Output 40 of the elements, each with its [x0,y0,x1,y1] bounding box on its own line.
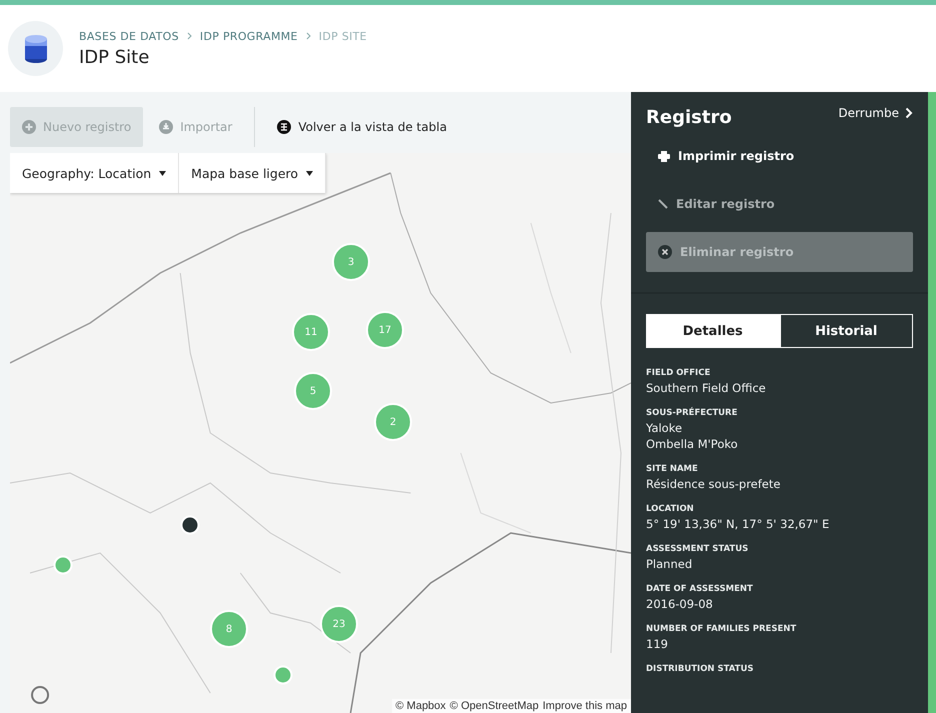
field-label: LOCATION [646,504,695,514]
table-icon [277,120,292,134]
collapse-button[interactable]: Derrumbe [838,106,913,120]
chevron-icon [905,107,913,119]
page-title: IDP Site [79,46,150,68]
plus-icon [22,120,36,134]
field-value: Southern Field Office [646,380,767,396]
chevron-icon [306,32,311,40]
close-icon [658,245,672,259]
field-label: SOUS-PRÉFECTURE [646,408,738,418]
attribution-link[interactable]: Improve this map [542,700,627,712]
field-value: Résidence sous-prefete [646,476,782,492]
field-value: Ombella M'Poko [646,436,739,452]
pencil-icon [658,199,668,209]
breadcrumb-link[interactable]: IDP PROGRAMME [200,30,298,42]
table-view-button[interactable]: Volver a la vista de tabla [265,107,459,147]
field-label: DISTRIBUTION STATUS [646,664,754,674]
field-value: 5° 19' 13,36" N, 17° 5' 32,67" E [646,516,830,532]
field-value: 2016-09-08 [646,596,714,612]
field-value: 119 [646,636,669,652]
map-dropdown[interactable]: Geography: Location [10,153,180,193]
field-label: SITE NAME [646,464,699,474]
attribution-link[interactable]: © OpenStreetMap [450,700,539,712]
caret-icon [306,170,314,176]
attribution-link[interactable]: © Mapbox [396,700,446,712]
breadcrumb-link[interactable]: BASES DE DATOS [79,30,179,42]
caret-icon [159,170,166,176]
print-button[interactable]: Imprimir registro [646,136,913,176]
field-label: NUMBER OF FAMILIES PRESENT [646,624,798,634]
field-value: Planned [646,556,694,572]
download-icon [159,120,174,134]
tab[interactable]: Detalles [646,314,780,348]
tab[interactable]: Historial [780,314,913,348]
field-value: Yaloke [646,420,684,436]
map-dropdown[interactable]: Mapa base ligero [179,153,326,193]
field-label: ASSESSMENT STATUS [646,544,750,554]
field-label: DATE OF ASSESSMENT [646,584,754,594]
field-label: FIELD OFFICE [646,368,712,378]
chevron-icon [186,32,192,40]
panel-title: Registro [646,107,732,128]
